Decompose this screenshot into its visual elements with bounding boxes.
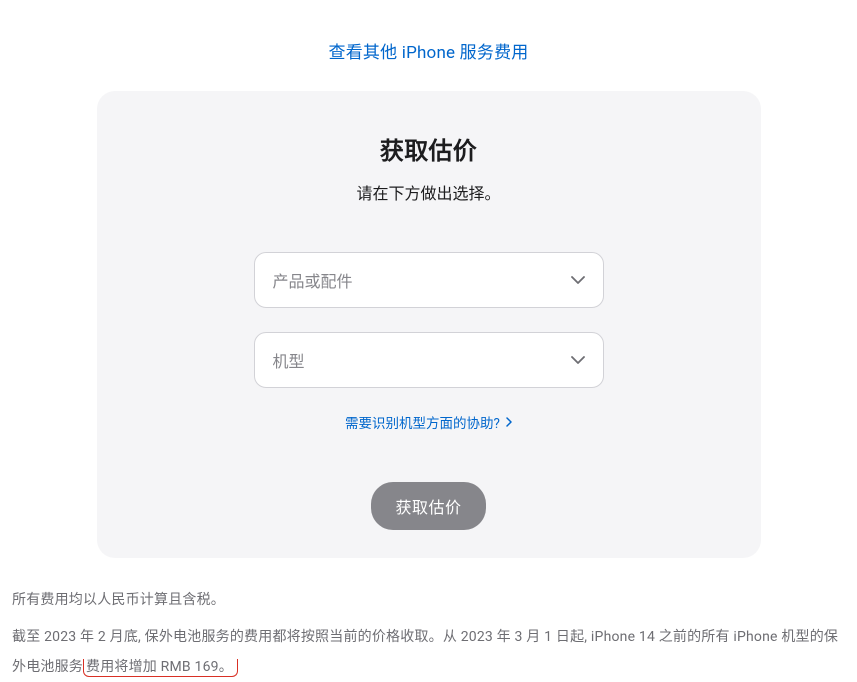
footer-line-2: 截至 2023 年 2 月底, 保外电池服务的费用都将按照当前的价格收取。从 2… — [12, 623, 845, 682]
chevron-down-icon — [571, 276, 585, 284]
product-select[interactable]: 产品或配件 — [254, 252, 604, 308]
estimate-card: 获取估价 请在下方做出选择。 产品或配件 机型 需要识别机型方面的协助? 获取估… — [97, 91, 761, 558]
get-estimate-button[interactable]: 获取估价 — [371, 482, 485, 530]
footer-line-1: 所有费用均以人民币计算且含税。 — [12, 586, 845, 615]
help-link-row: 需要识别机型方面的协助? — [97, 412, 761, 432]
top-link-container: 查看其他 iPhone 服务费用 — [0, 0, 857, 91]
help-link-label: 需要识别机型方面的协助? — [345, 412, 500, 432]
model-select-wrapper: 机型 — [254, 332, 604, 388]
card-subtitle: 请在下方做出选择。 — [97, 180, 761, 204]
product-select-wrapper: 产品或配件 — [254, 252, 604, 308]
price-increase-highlight: 费用将增加 RMB 169。 — [83, 659, 238, 677]
footer-text: 所有费用均以人民币计算且含税。 截至 2023 年 2 月底, 保外电池服务的费… — [0, 558, 857, 682]
identify-model-help-link[interactable]: 需要识别机型方面的协助? — [345, 412, 512, 432]
chevron-right-icon — [506, 417, 512, 427]
model-select-placeholder: 机型 — [273, 348, 305, 372]
other-services-link[interactable]: 查看其他 iPhone 服务费用 — [329, 43, 529, 63]
model-select[interactable]: 机型 — [254, 332, 604, 388]
card-title: 获取估价 — [97, 131, 761, 166]
chevron-down-icon — [571, 356, 585, 364]
product-select-placeholder: 产品或配件 — [273, 268, 353, 292]
